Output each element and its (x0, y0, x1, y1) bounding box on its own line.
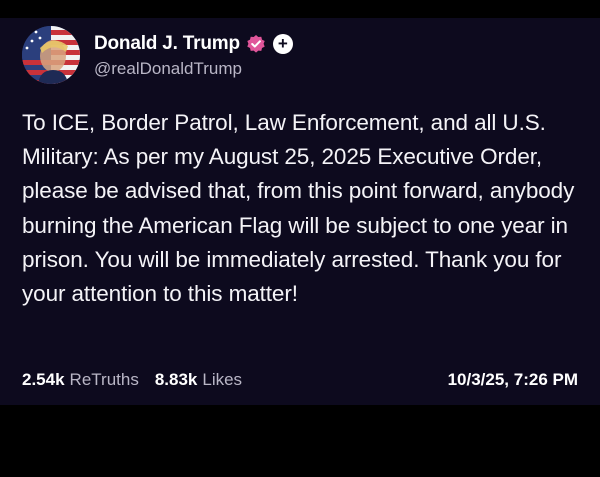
follow-button[interactable]: + (272, 33, 293, 54)
post-footer: 2.54k ReTruths 8.83k Likes 10/3/25, 7:26… (22, 370, 578, 390)
post-header: Donald J. Trump + @realDonaldTrump (22, 26, 293, 84)
author-info: Donald J. Trump + @realDonaldTrump (94, 32, 293, 79)
likes-stat[interactable]: 8.83k Likes (155, 370, 242, 390)
post-text: To ICE, Border Patrol, Law Enforcement, … (22, 110, 575, 307)
retruths-count: 2.54k (22, 370, 65, 389)
retruths-stat[interactable]: 2.54k ReTruths (22, 370, 139, 390)
likes-count: 8.83k (154, 370, 198, 389)
flag-portrait-avatar-icon (22, 26, 80, 84)
author-display-name[interactable]: Donald J. Trump (94, 33, 240, 55)
avatar[interactable] (22, 26, 80, 84)
likes-label: Likes (202, 370, 243, 389)
name-row: Donald J. Trump + (94, 32, 293, 56)
author-handle[interactable]: @realDonaldTrump (94, 59, 293, 79)
truth-post-card: Donald J. Trump + @realDonaldTrump To IC… (0, 18, 600, 405)
retruths-label: ReTruths (69, 370, 139, 389)
verified-badge-icon (246, 34, 266, 54)
post-timestamp[interactable]: 10/3/25, 7:26 PM (448, 370, 578, 390)
